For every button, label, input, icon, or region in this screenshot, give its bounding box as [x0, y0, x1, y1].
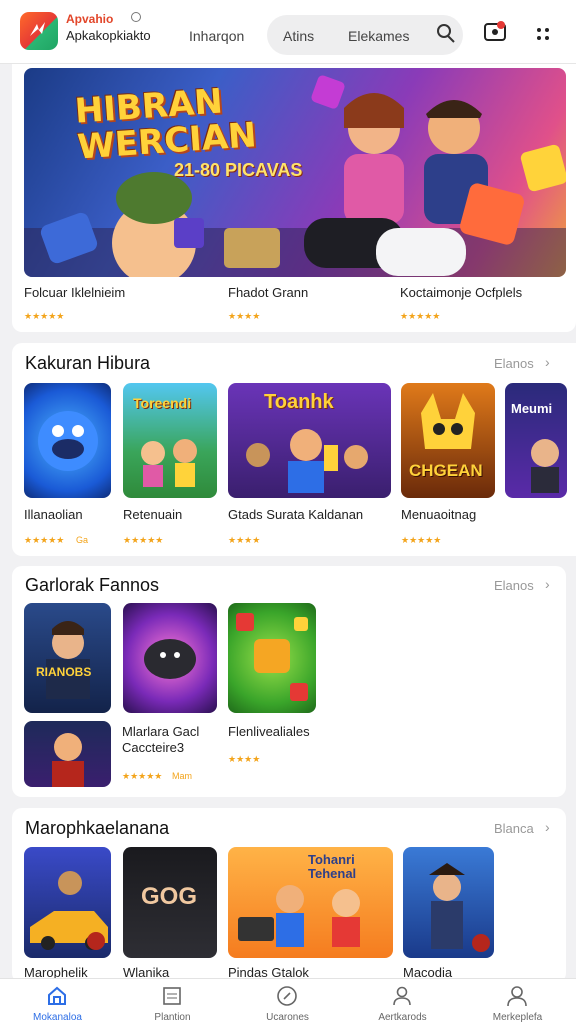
- rating-stars: ★★★★★: [123, 535, 164, 545]
- rating-stars: ★★★★: [228, 754, 261, 764]
- nav-tab-ucarones[interactable]: Ucarones: [230, 979, 345, 1024]
- chevron-right-icon[interactable]: ›: [545, 576, 550, 592]
- featured-item-title[interactable]: Folcuar Iklelnieim: [24, 285, 125, 300]
- pill-item-2[interactable]: Elekames: [348, 28, 409, 44]
- top-app-bar: Apvahio Apkakopkiakto Inharqon Atins Ele…: [0, 0, 576, 64]
- game-tile[interactable]: CHGEAN: [401, 383, 495, 498]
- app-logo[interactable]: [20, 12, 58, 50]
- rating-stars: ★★★★★: [24, 311, 65, 321]
- game-tile[interactable]: [24, 847, 111, 958]
- banner-badge: 21-80 PICAVAS: [174, 160, 303, 180]
- chevron-right-icon[interactable]: ›: [545, 354, 550, 370]
- calendar-icon: [163, 987, 181, 1005]
- rating-count: Ga: [76, 535, 89, 545]
- nav-label: Aertkarods: [378, 1012, 427, 1023]
- banner-title: HIBRAN WERCIAN: [73, 81, 258, 168]
- game-tile[interactable]: Tohanri Tehenal: [228, 847, 393, 958]
- rating-stars: ★★★★★: [122, 771, 163, 781]
- game-title[interactable]: Gtads Surata Kaldanan: [228, 507, 363, 522]
- game-tile[interactable]: GOG: [123, 847, 217, 958]
- more-icon[interactable]: [536, 27, 550, 41]
- game-title[interactable]: Menuaoitnag: [401, 507, 476, 522]
- section-title: Kakuran Hibura: [25, 353, 151, 373]
- search-icon[interactable]: [434, 22, 458, 46]
- game-tile[interactable]: [123, 603, 217, 713]
- rating-stars: ★★★★: [228, 311, 261, 321]
- nav-tab-profile[interactable]: Merkeplefa: [460, 979, 575, 1024]
- section-title: Marophkaelanana: [25, 818, 170, 838]
- nav-link[interactable]: Inharqon: [189, 28, 244, 44]
- nav-label: Merkeplefa: [492, 1012, 543, 1023]
- see-more-link[interactable]: Elanos: [494, 578, 534, 593]
- game-tile[interactable]: [24, 721, 111, 787]
- game-title[interactable]: Illanaolian: [24, 507, 83, 522]
- featured-item-title[interactable]: Fhadot Grann: [228, 285, 308, 300]
- game-tile[interactable]: Toreendi: [123, 383, 217, 498]
- bottom-navigation: Mokanaloa Plantion Ucarones Aertkarods M…: [0, 978, 576, 1024]
- see-more-link[interactable]: Elanos: [494, 356, 534, 371]
- rating-count: Mam: [172, 771, 192, 781]
- game-title[interactable]: Retenuain: [123, 507, 182, 522]
- game-tile[interactable]: [228, 603, 316, 713]
- game-tile[interactable]: Toanhk: [228, 383, 391, 498]
- notification-badge: [497, 21, 505, 29]
- game-title[interactable]: Mlarlara Gacl Caccteire3: [122, 724, 222, 756]
- person-icon: [393, 986, 411, 1006]
- profile-icon: [507, 986, 527, 1007]
- tile-title: RIANOBS: [36, 665, 92, 679]
- tile-title: GOG: [141, 883, 198, 910]
- rating-stars: ★★★★★: [401, 535, 442, 545]
- nav-label: Mokanaloa: [33, 1012, 82, 1023]
- tile-title: Toanhk: [264, 391, 334, 413]
- compass-icon: [277, 986, 297, 1006]
- game-title[interactable]: Flenlivealiales: [228, 724, 310, 739]
- nav-label: Plantion: [154, 1012, 191, 1023]
- featured-banner[interactable]: HIBRAN WERCIAN 21-80 PICAVAS: [24, 68, 566, 277]
- game-tile[interactable]: RIANOBS: [24, 603, 111, 713]
- app-subtitle: Apkakopkiakto: [66, 28, 151, 43]
- rating-stars: ★★★★★: [24, 535, 65, 545]
- tile-title: Toreendi: [133, 395, 192, 411]
- nav-label: Ucarones: [266, 1012, 309, 1023]
- nav-tab-plantion[interactable]: Plantion: [115, 979, 230, 1024]
- game-tile[interactable]: [403, 847, 494, 958]
- section-title: Garlorak Fannos: [25, 575, 160, 595]
- rating-stars: ★★★★★: [400, 311, 441, 321]
- app-name: Apvahio: [66, 12, 114, 26]
- game-tile[interactable]: Meumi: [505, 383, 567, 498]
- featured-item-title[interactable]: Koctaimonje Ocfplels: [400, 285, 522, 300]
- tile-title: CHGEAN: [409, 461, 483, 480]
- chevron-right-icon[interactable]: ›: [545, 819, 550, 835]
- tile-title: Tohanri Tehenal: [308, 852, 357, 881]
- rating-stars: ★★★★: [228, 535, 261, 545]
- tile-title: Meumi: [511, 401, 553, 416]
- info-icon: [131, 12, 141, 22]
- pill-item-1[interactable]: Atins: [283, 28, 314, 44]
- game-tile[interactable]: [24, 383, 111, 498]
- see-more-link[interactable]: Blanca: [494, 821, 534, 836]
- nav-tab-home[interactable]: Mokanaloa: [0, 979, 115, 1024]
- nav-tab-aertkarods[interactable]: Aertkarods: [345, 979, 460, 1024]
- home-icon: [48, 986, 66, 1005]
